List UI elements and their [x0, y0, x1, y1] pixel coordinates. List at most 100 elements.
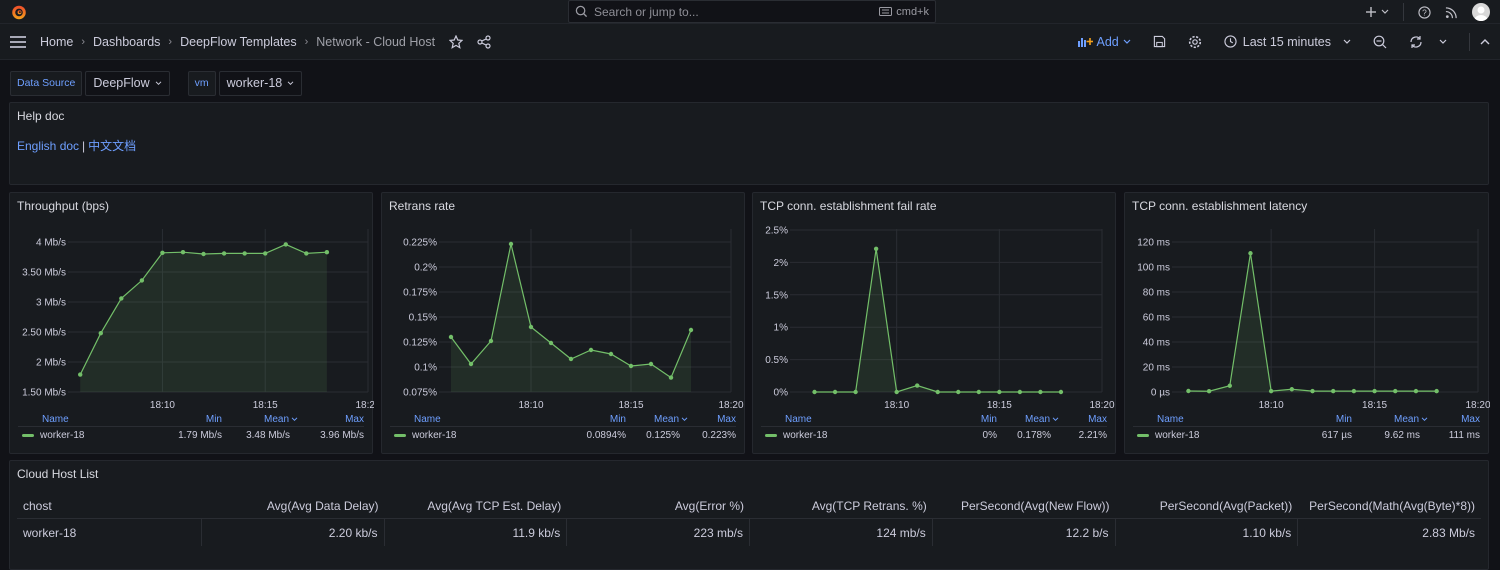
data-point[interactable] [548, 340, 554, 346]
legend-col-mean[interactable]: Mean [1352, 414, 1428, 425]
data-point[interactable] [1186, 388, 1191, 394]
collapse-chevron-up-icon[interactable] [1480, 38, 1490, 45]
data-point[interactable] [448, 334, 454, 340]
data-point[interactable] [1227, 383, 1232, 388]
data-point[interactable] [1038, 389, 1043, 395]
table-row[interactable]: worker-18 2.20 kb/s 11.9 kb/s 223 mb/s 124 m… [17, 519, 1481, 546]
data-point[interactable] [180, 250, 186, 255]
data-point[interactable] [1434, 388, 1439, 394]
data-point[interactable] [1372, 388, 1377, 394]
data-point[interactable] [468, 361, 474, 367]
refresh-picker[interactable] [1409, 35, 1447, 49]
data-point[interactable] [1393, 388, 1398, 394]
data-point[interactable] [1268, 388, 1274, 394]
column-header[interactable]: chost [17, 499, 202, 513]
vm-select[interactable]: worker-18 [218, 70, 303, 96]
data-point[interactable] [1289, 387, 1295, 392]
star-icon[interactable] [449, 34, 464, 49]
chinese-doc-link[interactable]: 中文文档 [88, 139, 136, 153]
data-point[interactable] [508, 241, 514, 247]
search-input[interactable]: Search or jump to... cmd+k [568, 0, 936, 23]
legend-row[interactable]: worker-18 0.0894% 0.125% 0.223% [390, 426, 736, 444]
series-color-swatch[interactable] [22, 434, 34, 437]
data-point[interactable] [119, 296, 124, 301]
data-point[interactable] [915, 383, 920, 388]
settings-gear-icon[interactable] [1188, 35, 1202, 49]
legend-col-max[interactable]: Max [1428, 414, 1480, 425]
data-point[interactable] [1017, 389, 1023, 395]
rss-icon[interactable] [1445, 6, 1458, 19]
series-color-swatch[interactable] [394, 434, 406, 437]
data-point[interactable] [221, 251, 227, 256]
data-point[interactable] [648, 361, 654, 367]
column-header[interactable]: PerSecond(Avg(New Flow)) [933, 499, 1116, 513]
data-point[interactable] [263, 251, 268, 256]
chart-svg[interactable]: 0% 0.5% 1% 1.5% 2% 2.5% 18:10 18:15 18:20 [753, 193, 1117, 412]
data-point[interactable] [688, 327, 694, 333]
data-point[interactable] [160, 250, 165, 255]
legend-row[interactable]: worker-18 0% 0.178% 2.21% [761, 426, 1107, 444]
legend-col-name[interactable]: Name [1133, 414, 1296, 425]
data-point[interactable] [588, 347, 594, 353]
data-point[interactable] [997, 389, 1002, 395]
legend-col-min[interactable]: Min [923, 414, 997, 425]
new-menu-button[interactable] [1365, 6, 1389, 18]
series-color-swatch[interactable] [1137, 434, 1149, 437]
data-point[interactable] [956, 389, 961, 395]
data-point[interactable] [324, 250, 330, 255]
data-point[interactable] [1058, 389, 1064, 395]
legend-col-mean[interactable]: Mean [997, 414, 1059, 425]
data-point[interactable] [488, 338, 494, 344]
breadcrumb-dashboards[interactable]: Dashboards [93, 35, 160, 49]
grafana-logo-icon[interactable] [10, 3, 28, 21]
data-point[interactable] [1351, 388, 1357, 394]
legend-col-min[interactable]: Min [160, 414, 222, 425]
legend-col-mean[interactable]: Mean [222, 414, 298, 425]
column-header[interactable]: Avg(Avg Data Delay) [202, 499, 385, 513]
time-picker[interactable]: Last 15 minutes [1224, 35, 1351, 49]
breadcrumb-folder[interactable]: DeepFlow Templates [180, 35, 297, 49]
data-point[interactable] [98, 331, 103, 336]
data-point[interactable] [201, 251, 206, 257]
chart-svg[interactable]: 1.50 Mb/s 2 Mb/s 2.50 Mb/s 3 Mb/s 3.50 Mb/s 4… [10, 193, 374, 411]
chart-svg[interactable]: 0.075% 0.1% 0.125% 0.15% 0.175% 0.2% 0.225% 18:… [382, 193, 746, 411]
legend-col-max[interactable]: Max [1059, 414, 1107, 425]
data-point[interactable] [1413, 388, 1419, 394]
data-point[interactable] [1310, 388, 1315, 394]
data-point[interactable] [139, 278, 145, 283]
data-point[interactable] [894, 389, 899, 395]
data-point[interactable] [832, 389, 838, 395]
data-point[interactable] [568, 356, 574, 362]
data-point[interactable] [935, 389, 940, 395]
legend-col-name[interactable]: Name [390, 414, 552, 425]
data-point[interactable] [976, 389, 981, 395]
legend-col-max[interactable]: Max [688, 414, 736, 425]
legend-col-mean[interactable]: Mean [626, 414, 688, 425]
legend-col-min[interactable]: Min [1296, 414, 1352, 425]
column-header[interactable]: Avg(TCP Retrans. %) [750, 499, 933, 513]
data-point[interactable] [628, 363, 634, 369]
english-doc-link[interactable]: English doc [17, 139, 79, 153]
legend-row[interactable]: worker-18 617 µs 9.62 ms 111 ms [1133, 426, 1480, 444]
data-point[interactable] [608, 351, 614, 357]
data-point[interactable] [528, 324, 534, 330]
data-point[interactable] [283, 242, 288, 247]
data-point[interactable] [1331, 388, 1336, 394]
save-icon[interactable] [1153, 35, 1166, 48]
data-point[interactable] [242, 251, 247, 256]
add-button[interactable]: Add [1077, 35, 1131, 49]
share-icon[interactable] [477, 34, 491, 49]
chart-svg[interactable]: 0 µs 20 ms 40 ms 60 ms 80 ms 100 ms 120 ms 18:1… [1125, 193, 1490, 411]
data-point[interactable] [873, 246, 879, 251]
help-icon[interactable]: ? [1418, 5, 1431, 19]
datasource-select[interactable]: DeepFlow [85, 70, 170, 96]
menu-icon[interactable] [10, 35, 26, 48]
legend-col-min[interactable]: Min [552, 414, 626, 425]
column-header[interactable]: Avg(Error %) [567, 499, 750, 513]
data-point[interactable] [78, 372, 83, 377]
column-header[interactable]: PerSecond(Math(Avg(Byte)*8)) [1298, 499, 1481, 513]
legend-row[interactable]: worker-18 1.79 Mb/s 3.48 Mb/s 3.96 Mb/s [18, 426, 364, 444]
data-point[interactable] [1206, 389, 1212, 394]
legend-col-max[interactable]: Max [298, 414, 364, 425]
data-point[interactable] [668, 375, 674, 380]
